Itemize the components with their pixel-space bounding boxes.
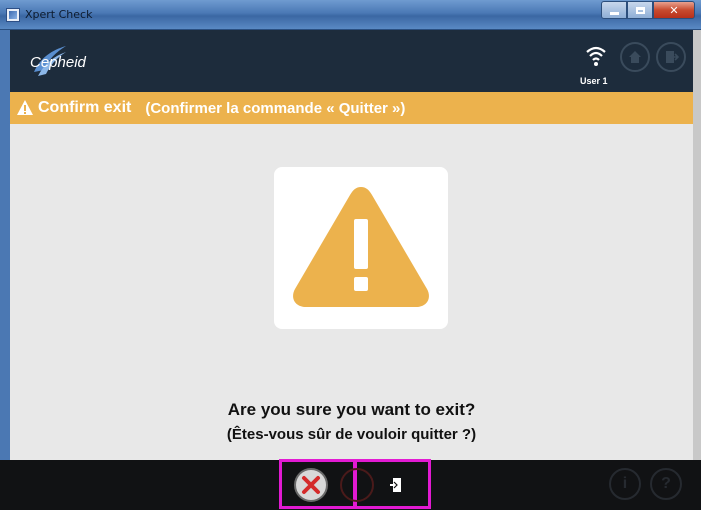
- partial-button-outline: [340, 468, 374, 502]
- window-controls: ✕: [601, 1, 695, 21]
- warning-icon: [17, 100, 33, 115]
- app-icon: [6, 8, 20, 22]
- confirm-exit-bar: Confirm exit (Confirmer la commande « Qu…: [10, 92, 693, 124]
- dialog-content: Are you sure you want to exit? (Êtes-vou…: [10, 124, 693, 460]
- minimize-button[interactable]: [601, 1, 627, 19]
- minimize-icon: [609, 11, 619, 15]
- confirm-title: Confirm exit: [38, 99, 132, 116]
- cancel-x-icon: [302, 476, 320, 494]
- help-button[interactable]: ?: [650, 468, 682, 500]
- logo-text: Cepheid: [30, 54, 86, 71]
- window-titlebar: Xpert Check ✕: [0, 0, 701, 30]
- maximize-button[interactable]: [627, 1, 653, 19]
- wifi-icon: [586, 46, 606, 66]
- cancel-button[interactable]: [294, 468, 328, 502]
- exit-question: Are you sure you want to exit?: [227, 400, 476, 419]
- window-title: Xpert Check: [25, 8, 93, 21]
- large-warning-icon: [293, 187, 429, 307]
- logout-button[interactable]: [656, 42, 686, 72]
- door-exit-icon: [390, 478, 401, 492]
- window-frame-left: [0, 30, 10, 460]
- home-icon: [629, 51, 641, 63]
- window-frame-right: [693, 30, 701, 460]
- confirm-exit-button[interactable]: [371, 470, 421, 500]
- info-button[interactable]: i: [609, 468, 641, 500]
- confirm-subtitle: (Confirmer la commande « Quitter »): [145, 99, 406, 117]
- exit-question-french: (Êtes-vous sûr de vouloir quitter ?): [226, 426, 477, 443]
- close-icon: ✕: [669, 4, 679, 17]
- help-icon: ?: [661, 475, 671, 492]
- maximize-icon: [635, 6, 645, 14]
- home-button[interactable]: [620, 42, 650, 72]
- close-window-button[interactable]: ✕: [653, 1, 695, 19]
- exit-icon: [666, 51, 679, 63]
- info-icon: i: [622, 475, 628, 492]
- warning-card: [274, 167, 448, 329]
- user-label: User 1: [580, 76, 608, 86]
- app-header: Cepheid User 1: [10, 30, 693, 92]
